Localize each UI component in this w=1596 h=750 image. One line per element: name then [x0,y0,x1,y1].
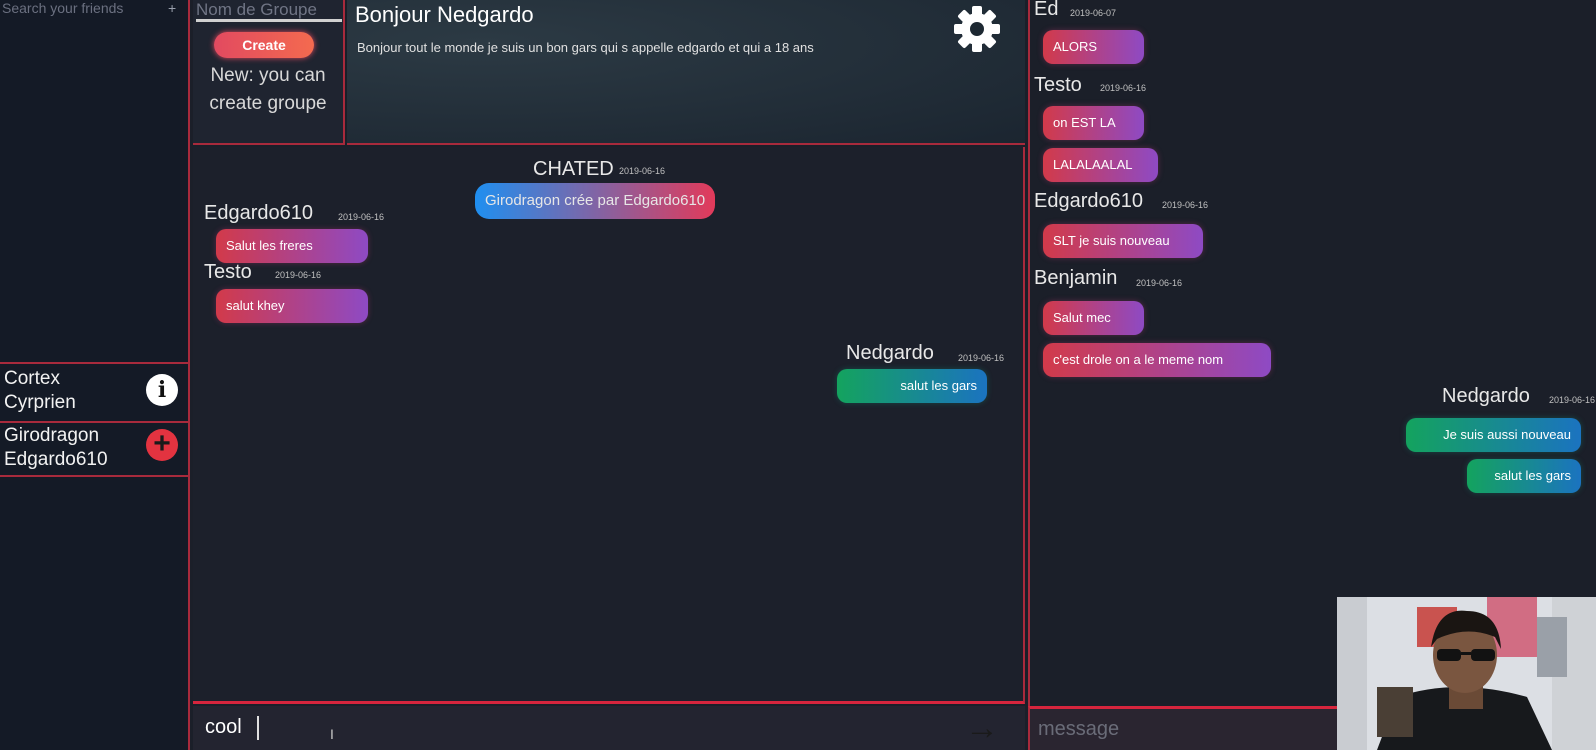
friend-name: Girodragon [4,425,100,446]
message-author: Testo [1034,74,1082,96]
direct-message-placeholder: message [1038,718,1120,740]
header-title: Bonjour Nedgardo [355,2,534,27]
gear-icon[interactable] [952,4,1002,54]
message-bubble: salut khey [216,289,368,323]
create-group-button[interactable]: Create [214,32,314,58]
friend-subname: Cyrprien [4,392,76,413]
search-add-icon[interactable]: + [168,0,176,16]
group-name-input[interactable]: Nom de Groupe [196,0,342,22]
message-date: 2019-06-16 [619,166,666,176]
message-input-value: cool [205,716,242,738]
message-date: 2019-06-16 [1136,278,1183,288]
message-date: 2019-06-16 [1549,395,1596,405]
text-caret [257,716,259,740]
webcam-overlay [1337,597,1596,750]
message-bubble: Salut les freres [216,229,368,263]
friend-subname: Edgardo610 [4,449,108,470]
add-icon[interactable]: + [146,429,178,461]
message-bubble: SLT je suis nouveau [1043,224,1203,258]
message-author: Testo [204,261,252,283]
info-icon[interactable]: i [146,374,178,406]
message-date: 2019-06-16 [958,353,1005,363]
message-bubble: salut les gars [1467,459,1581,493]
message-author: Nedgardo [1442,385,1530,407]
friend-search-input[interactable]: Search your friends [0,0,188,20]
message-bubble: c'est drole on a le meme nom [1043,343,1271,377]
message-date: 2019-06-16 [1162,200,1209,210]
message-bubble: Salut mec [1043,301,1144,335]
message-date: 2019-06-16 [1100,83,1147,93]
message-bubble: ALORS [1043,30,1144,64]
message-date: 2019-06-16 [338,212,385,222]
system-message-bubble: Girodragon crée par Edgardo610 [475,183,716,219]
header-description: Bonjour tout le monde je suis un bon gar… [357,40,814,55]
message-input[interactable] [193,706,1025,750]
message-author: CHATED [533,158,614,180]
ibeam-cursor-icon: I [330,726,334,742]
friend-name: Cortex [4,368,60,389]
message-date: 2019-06-16 [275,270,322,280]
arrow-right-icon[interactable]: → [965,711,999,745]
friend-item-cortex[interactable]: Cortex Cyrprien i [0,362,190,418]
message-bubble: LALALAALAL [1043,148,1158,182]
message-author: Edgardo610 [204,202,313,224]
message-bubble: Je suis aussi nouveau [1406,418,1581,452]
message-bubble: salut les gars [837,369,987,403]
message-bubble: on EST LA [1043,106,1144,140]
friend-item-girodragon[interactable]: Girodragon Edgardo610 + [0,421,190,477]
group-note: New: you can create groupe [209,65,327,114]
message-author: Benjamin [1034,267,1118,289]
message-author: Ed [1034,0,1059,20]
message-author: Edgardo610 [1034,190,1143,212]
message-date: 2019-06-07 [1070,8,1117,18]
message-author: Nedgardo [846,342,934,364]
